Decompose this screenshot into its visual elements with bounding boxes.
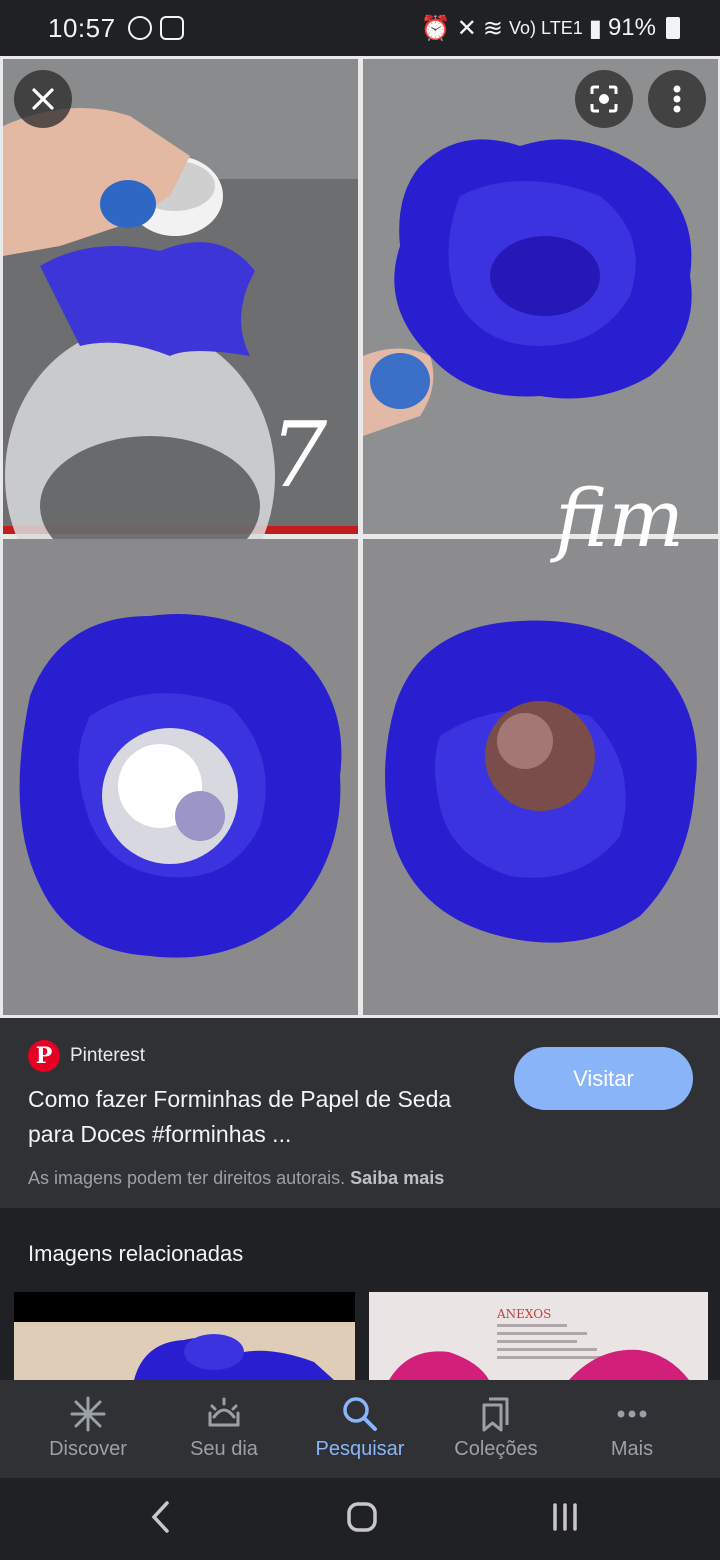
pinterest-icon: P	[28, 1040, 60, 1072]
wifi-icon: ≋	[482, 14, 504, 42]
signal-icon: ▮	[588, 14, 602, 42]
lte-indicator: Vo) LTE1	[509, 17, 583, 38]
back-button[interactable]	[140, 1496, 180, 1538]
end-label: fim	[550, 472, 684, 565]
source-row[interactable]: P Pinterest	[28, 1040, 145, 1072]
thumbnail-image-1	[14, 1292, 355, 1380]
collage-image: 7 fim	[0, 56, 720, 1018]
panel-flower-open	[363, 59, 718, 534]
related-images-section: Imagens relacionadas ANEXOS	[0, 1208, 720, 1380]
nav-pesquisar-label: Pesquisar	[315, 1438, 405, 1460]
sunrise-icon	[208, 1397, 240, 1427]
google-lens-icon	[590, 85, 618, 113]
panel-flower-silver	[3, 539, 358, 1015]
battery-icon	[666, 17, 680, 39]
related-thumbnail-2[interactable]: ANEXOS	[369, 1292, 708, 1380]
result-info-card: P Pinterest Como fazer Forminhas de Pape…	[0, 1018, 720, 1208]
alarm-icon: ⏰	[420, 14, 451, 42]
copyright-text: As imagens podem ter direitos autorais.	[28, 1168, 346, 1188]
bottom-navigation: Discover Seu dia Pesquisar Coleções Mais	[0, 1380, 720, 1478]
back-chevron-icon	[151, 1501, 169, 1533]
related-thumbnail-1[interactable]	[14, 1292, 355, 1380]
status-right-icons: ⏰ ✕ ≋ Vo) LTE1 ▮ 91%	[421, 14, 680, 43]
learn-more-link[interactable]: Saiba mais	[350, 1168, 444, 1188]
nav-colecoes-label: Coleções	[454, 1438, 538, 1460]
close-icon	[32, 88, 54, 110]
recent-apps-icon	[553, 1503, 577, 1531]
status-time: 10:57	[48, 12, 116, 43]
source-name: Pinterest	[70, 1045, 145, 1066]
collections-icon	[482, 1397, 509, 1432]
asterisk-icon	[70, 1396, 106, 1432]
thumbnail-image-2: ANEXOS	[369, 1292, 708, 1380]
status-bar: 10:57 ⏰ ✕ ≋ Vo) LTE1 ▮ 91%	[0, 0, 720, 56]
nav-seu-dia[interactable]: Seu dia	[156, 1380, 292, 1478]
mute-icon: ✕	[456, 14, 477, 42]
search-icon	[343, 1397, 377, 1431]
nav-mais[interactable]: Mais	[564, 1380, 700, 1478]
more-options-button[interactable]	[648, 70, 706, 128]
nav-discover-label: Discover	[49, 1438, 127, 1460]
nav-colecoes[interactable]: Coleções	[428, 1380, 564, 1478]
nav-seu-dia-label: Seu dia	[190, 1438, 258, 1460]
panel-flower-bonbon	[363, 539, 718, 1015]
battery-level: 91%	[607, 14, 656, 41]
whatsapp-icon	[127, 16, 152, 40]
visit-button[interactable]: Visitar	[514, 1047, 693, 1110]
thumbnail-2-heading: ANEXOS	[496, 1307, 551, 1321]
nav-discover[interactable]: Discover	[20, 1380, 156, 1478]
recent-apps-button[interactable]	[545, 1496, 585, 1538]
home-button[interactable]	[340, 1496, 384, 1538]
google-lens-button[interactable]	[575, 70, 633, 128]
nav-mais-label: Mais	[610, 1438, 654, 1460]
home-icon	[347, 1502, 377, 1532]
result-title[interactable]: Como fazer Forminhas de Papel de Seda pa…	[28, 1082, 478, 1152]
more-horiz-icon	[617, 1410, 647, 1418]
step-number-label: 7	[270, 403, 328, 508]
image-viewer[interactable]: 7 fim	[0, 56, 720, 1018]
instagram-icon	[159, 16, 184, 40]
status-notification-icons	[127, 16, 184, 40]
close-button[interactable]	[14, 70, 72, 128]
copyright-notice: As imagens podem ter direitos autorais. …	[28, 1168, 444, 1189]
system-navigation-bar	[0, 1478, 720, 1560]
related-images-title: Imagens relacionadas	[28, 1241, 244, 1266]
more-vert-icon	[673, 85, 681, 113]
nav-pesquisar[interactable]: Pesquisar	[292, 1380, 428, 1478]
